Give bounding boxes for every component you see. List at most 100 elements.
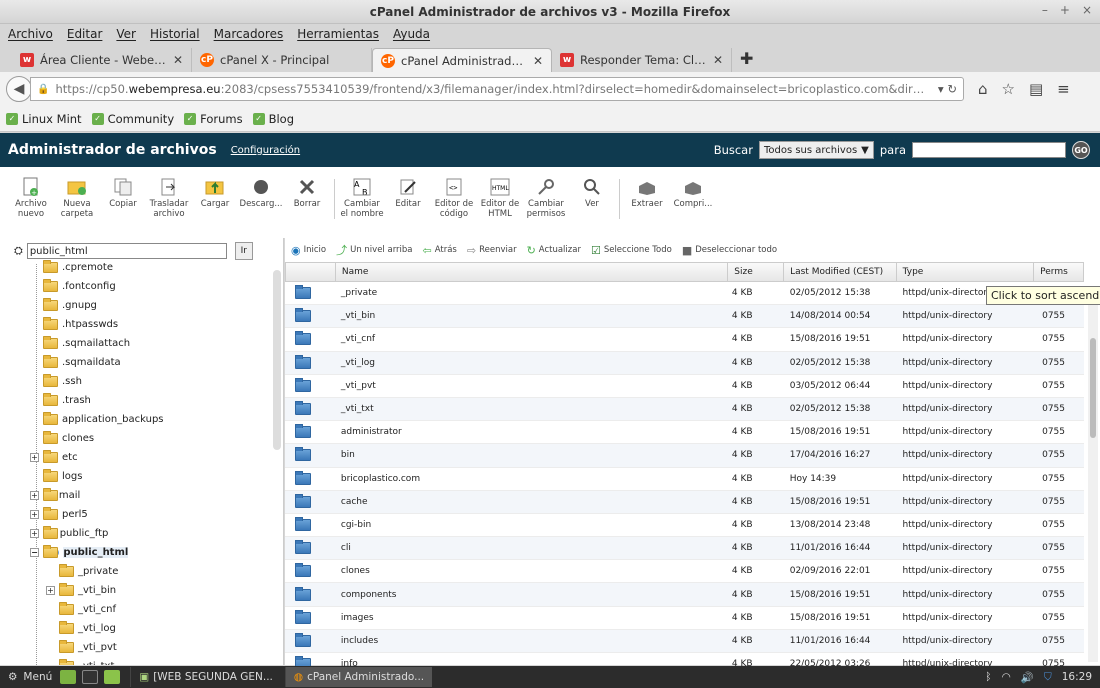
tree-node[interactable]: .trash <box>30 391 91 410</box>
tree-node[interactable]: .sqmaildata <box>30 353 121 372</box>
tab-cpanel-principal[interactable]: cP cPanel X - Principal <box>192 48 372 72</box>
tree-node[interactable]: + _vti_bin <box>46 581 116 600</box>
menu-archivo[interactable]: Archivo <box>8 27 53 41</box>
tree-node[interactable]: .fontconfig <box>30 277 116 296</box>
table-row[interactable]: components 4 KB 15/08/2016 19:51 httpd/unix… <box>285 583 1084 607</box>
tree-node[interactable]: −◉public_html <box>30 543 129 562</box>
new-tab-button[interactable]: ✚ <box>740 49 753 68</box>
delete-button[interactable]: Borrar <box>284 177 330 209</box>
maximize-button[interactable]: + <box>1060 3 1070 17</box>
reload-icon[interactable]: ▾ ↻ <box>938 82 957 96</box>
taskbar-window-web[interactable]: ▣ [WEB SEGUNDA GEN... <box>130 667 281 687</box>
expand-icon[interactable]: + <box>30 491 39 500</box>
menu-editar[interactable]: Editar <box>67 27 103 41</box>
header-perms[interactable]: Perms <box>1033 263 1083 281</box>
extract-button[interactable]: Extraer <box>624 177 670 209</box>
expand-icon[interactable]: + <box>46 586 55 595</box>
bookmark-linux-mint[interactable]: ✓ Linux Mint <box>6 112 82 126</box>
header-last-modified[interactable]: Last Modified (CEST) <box>783 263 896 281</box>
table-row[interactable]: _private 4 KB 02/05/2012 15:38 httpd/unix-d… <box>285 282 1084 306</box>
configuration-link[interactable]: Configuración <box>231 145 300 156</box>
go-button[interactable]: GO <box>1072 141 1090 159</box>
scrollbar-thumb[interactable] <box>1090 338 1096 438</box>
tree-node[interactable]: +◆public_ftp <box>30 524 108 543</box>
tree-go-button[interactable]: Ir <box>234 242 253 260</box>
back-action[interactable]: ⇦ Atrás <box>423 244 457 257</box>
search-scope-select[interactable]: Todos sus archivos ▼ <box>758 141 874 159</box>
bookmark-forums[interactable]: ✓ Forums <box>184 112 243 126</box>
forward-action[interactable]: ⇨ Reenviar <box>467 244 517 257</box>
code-editor-button[interactable]: <> Editor de código <box>431 177 477 219</box>
move-file-button[interactable]: Trasladar archivo <box>146 177 192 219</box>
taskbar-window-firefox[interactable]: ◍ cPanel Administrado... <box>284 667 433 687</box>
tree-node[interactable]: .htpasswds <box>30 315 118 334</box>
table-row[interactable]: _vti_cnf 4 KB 15/08/2016 19:51 httpd/unix-d… <box>285 328 1084 352</box>
bluetooth-icon[interactable]: ᛒ <box>985 671 991 683</box>
table-row[interactable]: cache 4 KB 15/08/2016 19:51 httpd/unix-dire… <box>285 490 1084 514</box>
terminal-icon[interactable] <box>82 670 99 684</box>
home-action[interactable]: ◉ Inicio <box>291 244 326 257</box>
clock[interactable]: 16:29 <box>1062 671 1092 683</box>
up-one-level-action[interactable]: ⤴ Un nivel arriba <box>336 242 412 258</box>
table-row[interactable]: clones 4 KB 02/09/2016 22:01 httpd/unix-dir… <box>285 560 1084 584</box>
rename-button[interactable]: AB Cambiar el nombre <box>339 177 385 219</box>
view-button[interactable]: Ver <box>569 177 615 209</box>
back-button[interactable]: ◀ <box>6 76 32 102</box>
show-desktop-icon[interactable] <box>60 670 77 684</box>
wifi-icon[interactable]: ◠ <box>1002 671 1011 683</box>
table-row[interactable]: bin 4 KB 17/04/2016 16:27 httpd/unix-direct… <box>285 444 1084 468</box>
hamburger-menu-icon[interactable]: ≡ <box>1057 80 1070 98</box>
close-window-button[interactable]: × <box>1082 3 1092 17</box>
expand-icon[interactable]: + <box>30 453 39 462</box>
tab-close-icon[interactable]: ✕ <box>533 54 543 68</box>
compress-button[interactable]: Compri... <box>670 177 716 209</box>
volume-icon[interactable]: 🔊 <box>1021 671 1034 684</box>
change-permissions-button[interactable]: Cambiar permisos <box>523 177 569 219</box>
tree-scrollbar[interactable] <box>273 270 281 450</box>
new-folder-button[interactable]: Nueva carpeta <box>54 177 100 219</box>
tree-node[interactable]: .sqmailattach <box>30 334 130 353</box>
table-row[interactable]: _vti_log 4 KB 02/05/2012 15:38 httpd/unix-d… <box>285 351 1084 375</box>
reading-list-icon[interactable]: ▤ <box>1029 80 1043 98</box>
tree-node[interactable]: clones <box>30 429 94 448</box>
tab-area-cliente[interactable]: w Área Cliente - Webempre... ✕ <box>12 48 192 72</box>
tree-node[interactable]: _private <box>46 562 118 581</box>
tree-node[interactable]: _vti_cnf <box>46 600 116 619</box>
table-row[interactable]: administrator 4 KB 15/08/2016 19:51 httpd/u… <box>285 421 1084 445</box>
bookmark-star-icon[interactable]: ☆ <box>1002 80 1015 98</box>
tab-close-icon[interactable]: ✕ <box>713 53 723 67</box>
refresh-action[interactable]: ↻ Actualizar <box>527 244 581 257</box>
header-size[interactable]: Size <box>727 263 783 281</box>
tree-node[interactable]: _vti_txt <box>46 657 114 665</box>
header-name[interactable]: Name <box>334 263 727 281</box>
table-row[interactable]: _vti_txt 4 KB 02/05/2012 15:38 httpd/unix-d… <box>285 397 1084 422</box>
new-file-button[interactable]: + Archivo nuevo <box>8 177 54 219</box>
file-manager-icon[interactable] <box>104 670 121 684</box>
html-editor-button[interactable]: HTML Editor de HTML <box>477 177 523 219</box>
tree-node[interactable]: _vti_log <box>46 619 116 638</box>
minimize-button[interactable]: – <box>1042 3 1048 17</box>
home-icon[interactable]: ⌂ <box>978 80 988 98</box>
table-row[interactable]: cgi-bin 4 KB 13/08/2014 23:48 httpd/unix-di… <box>285 514 1084 538</box>
tree-node[interactable]: logs <box>30 467 82 486</box>
menu-marcadores[interactable]: Marcadores <box>214 27 284 41</box>
table-row[interactable]: bricoplastico.com 4 KB Hoy 14:39 httpd/unix… <box>285 468 1084 491</box>
tree-node[interactable]: + etc <box>30 448 78 467</box>
download-button[interactable]: Descarg... <box>238 177 284 209</box>
tree-path-input[interactable]: public_html <box>26 243 227 259</box>
shield-icon[interactable]: ⛉ <box>1044 671 1052 684</box>
menu-ayuda[interactable]: Ayuda <box>393 27 430 41</box>
copy-button[interactable]: Copiar <box>100 177 146 209</box>
start-menu-button[interactable]: ⚙ Menú <box>0 671 60 683</box>
file-list-scrollbar[interactable] <box>1088 290 1098 662</box>
menu-herramientas[interactable]: Herramientas <box>297 27 379 41</box>
tree-node[interactable]: application_backups <box>30 410 164 429</box>
tree-node[interactable]: +✉mail <box>30 486 80 505</box>
url-bar[interactable]: 🔒 https://cp50.webempresa.eu:2083/cpsess… <box>30 77 964 101</box>
tree-node[interactable]: .gnupg <box>30 296 97 315</box>
table-row[interactable]: cli 4 KB 11/01/2016 16:44 httpd/unix-direct… <box>285 537 1084 561</box>
menu-historial[interactable]: Historial <box>150 27 200 41</box>
tree-node[interactable]: .ssh <box>30 372 82 391</box>
expand-icon[interactable]: + <box>30 510 39 519</box>
search-input[interactable] <box>912 142 1066 158</box>
